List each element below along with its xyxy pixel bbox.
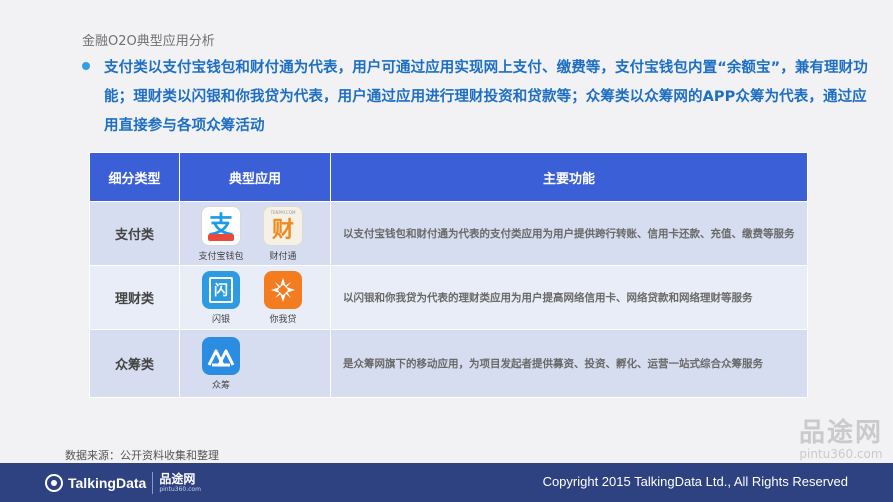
app-label: 众筹 [211, 380, 230, 391]
table-row: 理财类 闪 闪银 你我贷 以闪银和你我贷为代表的理财类应用为用户提高网络信用卡、… [89, 265, 808, 330]
brand-divider [152, 472, 154, 494]
table-row: 众筹类 众筹 是众筹网旗下的移动应用，为项目发起者提供募资、投资、孵化、运营一站… [89, 329, 808, 398]
tenpay-top-text: TENPAY.COM [270, 209, 296, 215]
header-type: 细分类型 [89, 152, 180, 202]
watermark: 品途网 pintu360.com [799, 420, 883, 460]
type-cell: 理财类 [89, 265, 180, 330]
app-label: 你我贷 [269, 314, 297, 325]
slide-title: 金融O2O典型应用分析 [82, 34, 215, 49]
header-function: 主要功能 [330, 152, 808, 202]
shanyin-glyph: 闪 [209, 276, 233, 303]
alipay-icon: 支 [201, 205, 241, 246]
brand-name: TalkingData [68, 475, 147, 491]
zhongchou-icon [202, 336, 240, 375]
app-label: 支付宝钱包 [198, 251, 244, 262]
pintu-logo: 品途网 pintu360.com [159, 473, 201, 493]
table-header-row: 细分类型 典型应用 主要功能 [89, 152, 808, 202]
copyright: Copyright 2015 TalkingData Ltd., All Rig… [542, 474, 848, 489]
niwodai-icon [264, 270, 302, 309]
watermark-domain: pintu360.com [799, 447, 883, 461]
function-cell: 是众筹网旗下的移动应用，为项目发起者提供募资、投资、孵化、运营一站式综合众筹服务 [330, 329, 808, 398]
brand-group: TalkingData 品途网 pintu360.com [44, 472, 201, 494]
table-row: 支付类 支 支付宝钱包 TENPAY.COM 财 财付通 以支付宝钱包和财付通为… [89, 201, 808, 266]
function-cell: 以闪银和你我贷为代表的理财类应用为用户提高网络信用卡、网络贷款和网络理财等服务 [330, 265, 808, 330]
app-label: 财付通 [269, 251, 297, 262]
watermark-name: 品途网 [798, 418, 883, 448]
talkingdata-logo-icon [45, 474, 63, 492]
app-tenpay: TENPAY.COM 财 财付通 [257, 205, 309, 262]
app-niwodai: 你我贷 [257, 270, 309, 325]
pintu-name: 品途网 [159, 472, 196, 486]
apps-cell: 众筹 [179, 329, 331, 398]
o2o-table: 细分类型 典型应用 主要功能 支付类 支 支付宝钱包 TENPAY.COM 财 … [89, 152, 808, 398]
bullet-text: 支付类以支付宝钱包和财付通为代表，用户可通过应用实现网上支付、缴费等，支付宝钱包… [104, 60, 868, 134]
app-shanyin: 闪 闪银 [195, 270, 247, 325]
type-cell: 众筹类 [89, 329, 180, 398]
type-cell: 支付类 [89, 201, 180, 266]
tenpay-glyph: 财 [271, 217, 294, 243]
bullet-dot [82, 62, 90, 70]
pintu-domain: pintu360.com [159, 486, 201, 493]
app-zhongchou: 众筹 [195, 336, 247, 391]
footer-bar: TalkingData 品途网 pintu360.com Copyright 2… [0, 463, 893, 502]
app-label: 闪银 [211, 314, 230, 325]
apps-cell: 闪 闪银 你我贷 [179, 265, 331, 330]
source-note: 数据来源：公开资料收集和整理 [65, 449, 219, 462]
function-cell: 以支付宝钱包和财付通为代表的支付类应用为用户提供跨行转账、信用卡还款、充值、缴费… [330, 201, 808, 266]
app-alipay: 支 支付宝钱包 [195, 205, 247, 262]
shanyin-icon: 闪 [202, 270, 240, 309]
header-apps: 典型应用 [179, 152, 331, 202]
tenpay-icon: TENPAY.COM 财 [263, 205, 303, 246]
apps-cell: 支 支付宝钱包 TENPAY.COM 财 财付通 [179, 201, 331, 266]
